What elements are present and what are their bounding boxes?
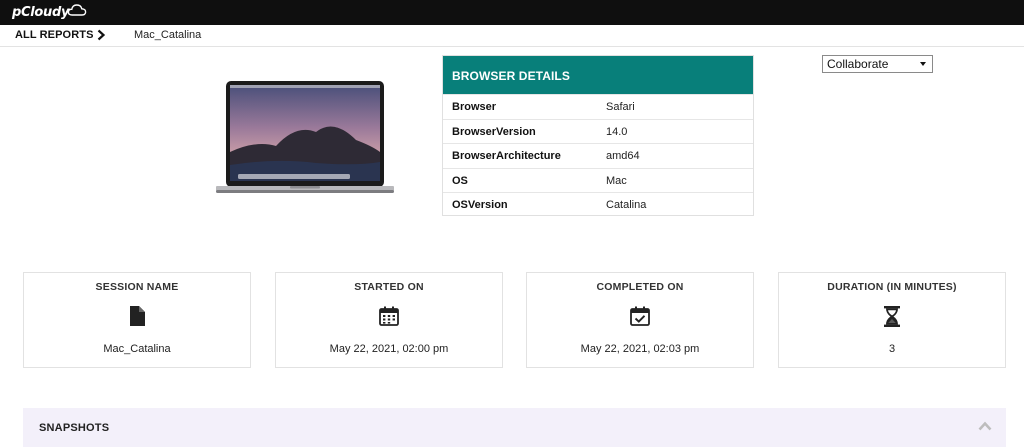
completed-on-card: COMPLETED ON May 22, 2021, 02:03 pm	[526, 272, 754, 368]
session-name-card: SESSION NAME Mac_Catalina	[23, 272, 251, 368]
card-value: 3	[888, 343, 896, 355]
chevron-right-icon	[97, 29, 106, 41]
macbook-device-image	[216, 81, 394, 193]
cloud-icon	[67, 3, 87, 16]
logo-text: pCloudy	[12, 5, 70, 20]
detail-row-browser-version: BrowserVersion 14.0	[443, 118, 753, 144]
detail-value: Safari	[606, 101, 635, 113]
snapshots-section-header[interactable]: SNAPSHOTS	[23, 408, 1006, 447]
card-title: STARTED ON	[354, 281, 424, 293]
browser-details-panel: BROWSER DETAILS Browser Safari BrowserVe…	[442, 55, 754, 216]
breadcrumb-current: Mac_Catalina	[134, 29, 202, 41]
card-value: Mac_Catalina	[103, 343, 171, 355]
card-value: May 22, 2021, 02:03 pm	[580, 343, 700, 355]
collaborate-selected-value: Collaborate	[827, 57, 889, 71]
detail-row-os-version: OSVersion Catalina	[443, 192, 753, 217]
started-on-card: STARTED ON May 22, 2021, 02:00 pm	[275, 272, 503, 368]
detail-value: amd64	[606, 150, 640, 163]
chevron-up-icon[interactable]	[978, 421, 992, 431]
top-bar: pCloudy	[0, 0, 1024, 25]
card-title: DURATION (IN MINUTES)	[827, 281, 957, 293]
caret-down-icon	[920, 62, 926, 66]
breadcrumb: ALL REPORTS Mac_Catalina	[0, 25, 1024, 47]
detail-row-os: OS Mac	[443, 167, 753, 193]
detail-row-browser-architecture: BrowserArchitecture amd64	[443, 143, 753, 168]
card-value: May 22, 2021, 02:00 pm	[329, 343, 449, 355]
card-title: COMPLETED ON	[596, 281, 684, 293]
pcloudy-logo[interactable]: pCloudy	[12, 3, 87, 22]
detail-key: BrowserArchitecture	[452, 150, 561, 163]
browser-details-title: BROWSER DETAILS	[443, 56, 753, 94]
hourglass-icon	[884, 306, 900, 327]
detail-key: OSVersion	[452, 199, 508, 212]
snapshots-title: SNAPSHOTS	[39, 422, 110, 434]
detail-key: BrowserVersion	[452, 125, 536, 138]
detail-row-browser: Browser Safari	[443, 94, 753, 119]
detail-value: Catalina	[606, 199, 647, 212]
file-icon	[130, 306, 145, 326]
calendar-icon	[379, 306, 399, 326]
card-title: SESSION NAME	[95, 281, 179, 293]
detail-key: OS	[452, 174, 468, 187]
collaborate-select[interactable]: Collaborate	[822, 55, 933, 73]
detail-value: Mac	[606, 174, 627, 187]
duration-card: DURATION (IN MINUTES) 3	[778, 272, 1006, 368]
detail-key: Browser	[452, 101, 497, 113]
breadcrumb-all-reports-link[interactable]: ALL REPORTS	[15, 29, 94, 41]
calendar-check-icon	[630, 306, 650, 326]
detail-value: 14.0	[606, 125, 628, 138]
